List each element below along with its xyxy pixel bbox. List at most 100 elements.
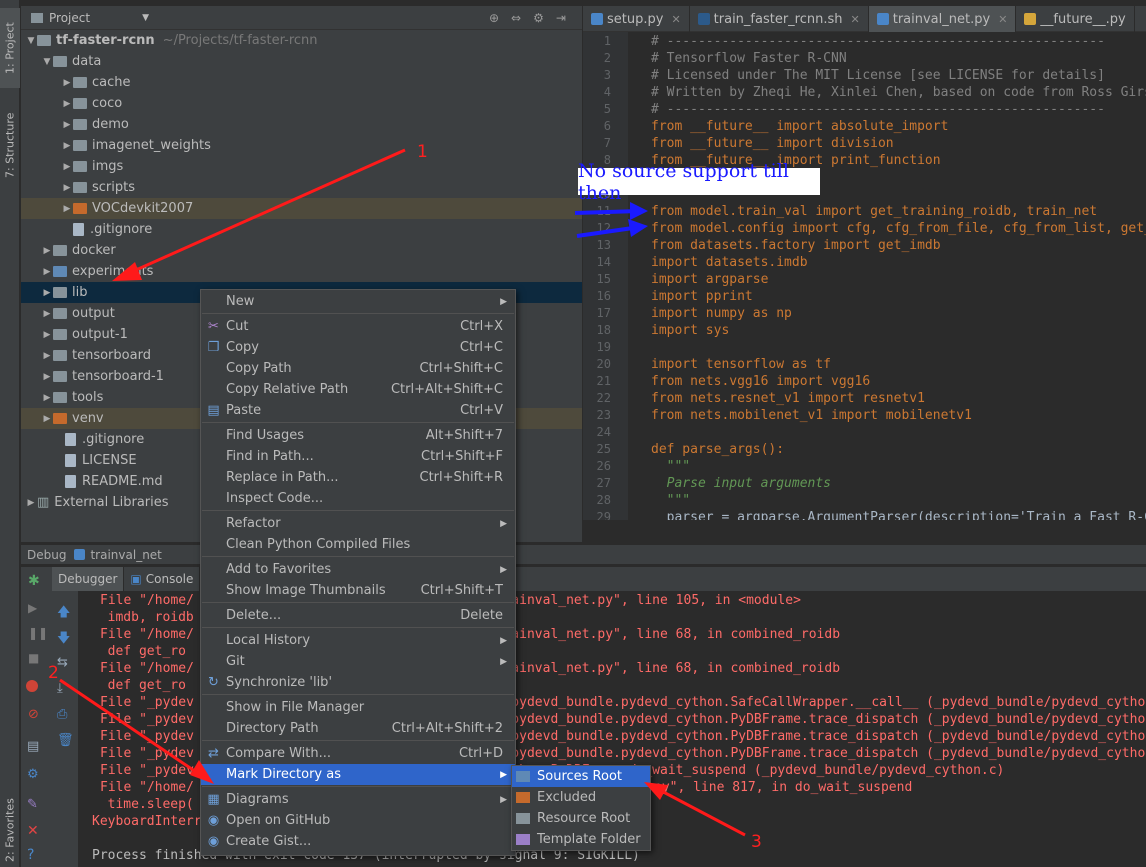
chevron-down-icon[interactable]: ▼: [41, 57, 53, 67]
pause-icon[interactable]: ❚❚: [28, 626, 48, 642]
mute-breakpoints-icon[interactable]: ⊘: [28, 707, 44, 723]
debug-toolbar-inner: 🡅 🡇 ⇆ ⤓ ⎙ 🗑: [52, 591, 78, 867]
chevron-right-icon[interactable]: ▶: [41, 393, 53, 403]
console-line: File "/home/: [100, 780, 194, 795]
tree-item-root[interactable]: ▼ tf-faster-rcnn ~/Projects/tf-faster-rc…: [21, 30, 582, 51]
close-icon[interactable]: ✕: [851, 13, 860, 26]
up-arrow-icon[interactable]: 🡅: [57, 603, 73, 620]
project-tool-tab[interactable]: 1: Project: [0, 8, 20, 88]
favorites-tool-tab[interactable]: 2: Favorites: [0, 795, 20, 865]
menu-item-cut[interactable]: ✂ Cut Ctrl+X: [201, 316, 515, 337]
menu-item-inspect-code[interactable]: Inspect Code...: [201, 488, 515, 509]
menu-item-show-in-file-manager[interactable]: Show in File Manager: [201, 697, 515, 718]
menu-item-show-image-thumbnails[interactable]: Show Image Thumbnails Ctrl+Shift+T: [201, 580, 515, 601]
tree-item-docker[interactable]: ▶ docker: [21, 240, 582, 261]
menu-item-create-gist[interactable]: ◉ Create Gist...: [201, 831, 515, 852]
menu-item-copy-relative-path[interactable]: Copy Relative Path Ctrl+Alt+Shift+C: [201, 379, 515, 400]
chevron-right-icon[interactable]: ▶: [41, 351, 53, 361]
chevron-right-icon[interactable]: ▶: [25, 498, 37, 508]
rerun-icon[interactable]: ✱: [28, 573, 44, 589]
menu-item-clean-python-compiled-files[interactable]: Clean Python Compiled Files: [201, 534, 515, 555]
tab-setup-py[interactable]: setup.py ✕: [583, 6, 690, 32]
code-editor[interactable]: 1234567891011121314151617181920212223242…: [583, 32, 1146, 520]
tree-item-imagenet-weights[interactable]: ▶ imagenet_weights: [21, 135, 582, 156]
layout-icon[interactable]: ▤: [27, 739, 43, 755]
chevron-right-icon[interactable]: ▶: [41, 372, 53, 382]
menu-item-diagrams[interactable]: ▦ Diagrams ▶: [201, 789, 515, 810]
chevron-right-icon[interactable]: ▶: [41, 288, 53, 298]
chevron-right-icon[interactable]: ▶: [61, 162, 73, 172]
chevron-right-icon[interactable]: ▶: [61, 204, 73, 214]
menu-item-open-on-github[interactable]: ◉ Open on GitHub: [201, 810, 515, 831]
chevron-right-icon[interactable]: ▶: [61, 78, 73, 88]
pin-icon[interactable]: ✎: [27, 797, 43, 813]
menu-item-mark-directory-as[interactable]: Mark Directory as ▶: [201, 764, 515, 785]
chevron-right-icon[interactable]: ▶: [41, 267, 53, 277]
tree-item-imgs[interactable]: ▶ imgs: [21, 156, 582, 177]
menu-item-excluded[interactable]: Excluded: [512, 787, 650, 808]
tree-item-demo[interactable]: ▶ demo: [21, 114, 582, 135]
menu-item-local-history[interactable]: Local History ▶: [201, 630, 515, 651]
resume-icon[interactable]: ▶: [28, 601, 44, 617]
menu-item-new[interactable]: New ▶: [201, 291, 515, 312]
menu-item-git[interactable]: Git ▶: [201, 651, 515, 672]
tree-item-experiments[interactable]: ▶ experiments: [21, 261, 582, 282]
menu-item-sources-root[interactable]: Sources Root: [512, 766, 650, 787]
menu-label: Show Image Thumbnails: [226, 583, 386, 598]
tab-console[interactable]: ▣ Console: [124, 567, 201, 591]
chevron-right-icon[interactable]: ▶: [41, 330, 53, 340]
tab-debugger[interactable]: Debugger: [52, 567, 125, 591]
menu-item-delete[interactable]: Delete... Delete: [201, 605, 515, 626]
close-icon[interactable]: ✕: [671, 13, 680, 26]
scroll-to-end-icon[interactable]: ⤓: [57, 681, 73, 697]
menu-item-directory-path[interactable]: Directory Path Ctrl+Alt+Shift+2: [201, 718, 515, 739]
tab-train-faster-rcnn-sh[interactable]: train_faster_rcnn.sh ✕: [690, 6, 869, 32]
structure-tool-tab[interactable]: 7: Structure: [0, 105, 20, 185]
menu-item-paste[interactable]: ▤ Paste Ctrl+V: [201, 400, 515, 421]
tab-future-py[interactable]: __future__.py: [1016, 6, 1135, 32]
menu-item-add-to-favorites[interactable]: Add to Favorites ▶: [201, 559, 515, 580]
help-icon[interactable]: ?: [27, 847, 43, 863]
chevron-right-icon[interactable]: ▶: [61, 99, 73, 109]
close-icon[interactable]: ✕: [998, 13, 1007, 26]
locate-icon[interactable]: ⊕: [489, 11, 499, 25]
menu-item-refactor[interactable]: Refactor ▶: [201, 513, 515, 534]
chevron-right-icon[interactable]: ▶: [61, 120, 73, 130]
breakpoints-icon[interactable]: [26, 680, 38, 692]
menu-item-find-in-path[interactable]: Find in Path... Ctrl+Shift+F: [201, 446, 515, 467]
tree-item-cache[interactable]: ▶ cache: [21, 72, 582, 93]
tree-item-data[interactable]: ▼ data: [21, 51, 582, 72]
tree-item-coco[interactable]: ▶ coco: [21, 93, 582, 114]
collapse-icon[interactable]: ⇔: [511, 11, 521, 25]
down-arrow-icon[interactable]: 🡇: [57, 629, 73, 646]
menu-item-find-usages[interactable]: Find Usages Alt+Shift+7: [201, 425, 515, 446]
menu-item-template-folder[interactable]: Template Folder: [512, 829, 650, 850]
chevron-right-icon[interactable]: ▶: [41, 309, 53, 319]
trash-icon[interactable]: 🗑: [57, 733, 74, 749]
menu-item-resource-root[interactable]: Resource Root: [512, 808, 650, 829]
menu-item-copy-path[interactable]: Copy Path Ctrl+Shift+C: [201, 358, 515, 379]
chevron-right-icon[interactable]: ▶: [61, 183, 73, 193]
gear-icon[interactable]: ⚙: [533, 11, 544, 25]
stop-icon[interactable]: ■: [28, 651, 44, 667]
menu-item-replace-in-path[interactable]: Replace in Path... Ctrl+Shift+R: [201, 467, 515, 488]
tree-item-gitignore[interactable]: .gitignore: [21, 219, 582, 240]
menu-item-copy[interactable]: ❐ Copy Ctrl+C: [201, 337, 515, 358]
hide-icon[interactable]: ⇥: [556, 11, 566, 25]
chevron-right-icon[interactable]: ▶: [61, 141, 73, 151]
chevron-right-icon[interactable]: ▶: [41, 414, 53, 424]
chevron-down-icon[interactable]: ▼: [142, 13, 149, 23]
gear-icon[interactable]: ⚙: [27, 767, 43, 783]
tab-trainval-net-py[interactable]: trainval_net.py ✕: [868, 6, 1017, 32]
chevron-right-icon[interactable]: ▶: [41, 246, 53, 256]
tree-item-scripts[interactable]: ▶ scripts: [21, 177, 582, 198]
tree-item-vocdevkit2007[interactable]: ▶ VOCdevkit2007: [21, 198, 582, 219]
project-panel-title[interactable]: Project: [49, 11, 90, 25]
menu-item-synchronize-lib[interactable]: ↻ Synchronize 'lib': [201, 672, 515, 693]
soft-wrap-icon[interactable]: ⇆: [57, 655, 73, 671]
chevron-down-icon[interactable]: ▼: [25, 36, 37, 46]
close-icon[interactable]: ✕: [27, 823, 43, 839]
print-icon[interactable]: ⎙: [57, 707, 73, 723]
menu-item-compare-with[interactable]: ⇄ Compare With... Ctrl+D: [201, 743, 515, 764]
tree-label: tools: [72, 390, 104, 405]
